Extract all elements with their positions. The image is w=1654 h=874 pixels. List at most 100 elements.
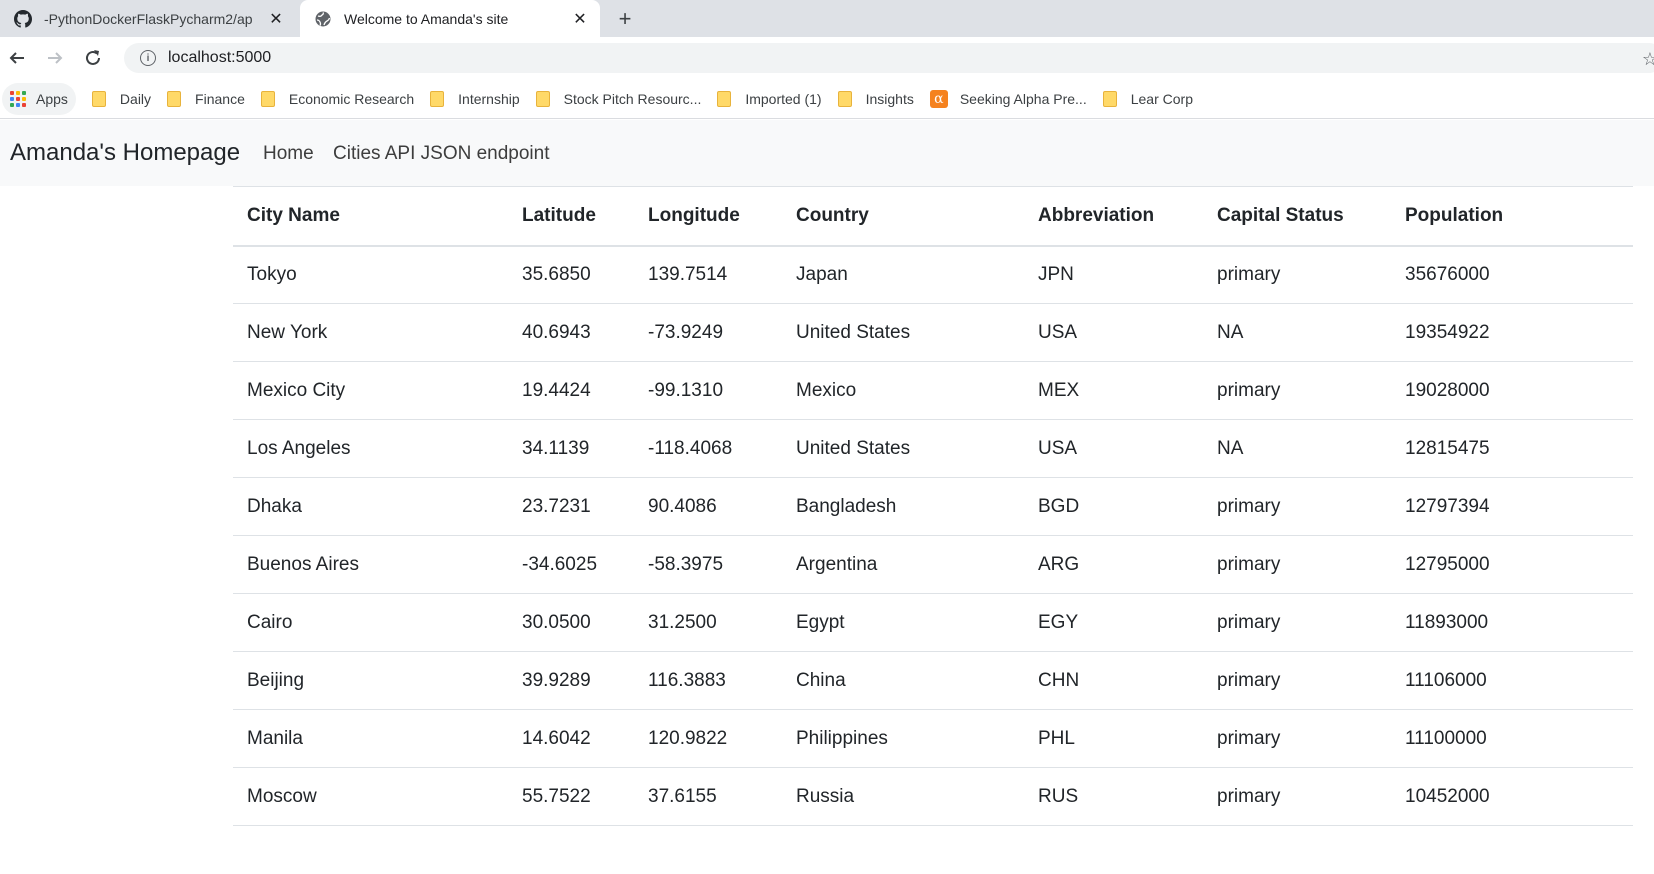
cell-country: Japan [782,245,1024,304]
cell-abbreviation: USA [1024,303,1203,362]
table-header-row: City Name Latitude Longitude Country Abb… [233,186,1633,247]
cell-capital-status: NA [1203,303,1391,362]
cell-country: Mexico [782,361,1024,420]
cell-population: 11893000 [1391,593,1633,652]
bookmark-insights[interactable]: Insights [830,83,922,115]
cell-longitude: -118.4068 [634,419,782,478]
star-icon[interactable]: ☆ [1642,49,1654,70]
cell-country: Philippines [782,709,1024,768]
cell-abbreviation: MEX [1024,361,1203,420]
tab-title: -PythonDockerFlaskPycharm2/ap [44,10,253,27]
header-abbreviation: Abbreviation [1024,186,1203,247]
info-icon[interactable]: i [140,50,156,66]
cities-table: City Name Latitude Longitude Country Abb… [233,186,1633,826]
cell-latitude: -34.6025 [508,535,634,594]
cell-city: Mexico City [233,361,508,420]
header-capital-status: Capital Status [1203,186,1391,247]
cell-city: Los Angeles [233,419,508,478]
header-longitude: Longitude [634,186,782,247]
folder-icon [260,90,275,107]
reload-icon[interactable] [80,45,106,71]
github-icon [14,9,32,28]
cities-table-container: City Name Latitude Longitude Country Abb… [233,186,1633,826]
bookmark-stock-pitch[interactable]: Stock Pitch Resourc... [528,83,710,115]
apps-label: Apps [36,90,68,107]
apps-button[interactable]: Apps [2,82,76,115]
cell-country: Russia [782,767,1024,826]
close-icon[interactable]: ✕ [570,9,590,29]
cell-city: Beijing [233,651,508,710]
tab-github[interactable]: -PythonDockerFlaskPycharm2/ap ✕ [0,0,296,37]
bookmark-lear-corp[interactable]: Lear Corp [1095,83,1201,115]
cell-longitude: -58.3975 [634,535,782,594]
header-population: Population [1391,186,1633,247]
cell-capital-status: primary [1203,245,1391,304]
bookmark-label: Insights [865,90,914,107]
cell-longitude: 90.4086 [634,477,782,536]
cell-population: 19028000 [1391,361,1633,420]
cell-country: Bangladesh [782,477,1024,536]
cell-capital-status: primary [1203,767,1391,826]
header-latitude: Latitude [508,186,634,247]
folder-icon [535,90,550,107]
folder-icon [837,90,852,107]
address-bar[interactable]: i localhost:5000 [124,43,1654,73]
forward-icon[interactable] [42,45,68,71]
cell-abbreviation: ARG [1024,535,1203,594]
cell-abbreviation: BGD [1024,477,1203,536]
cell-latitude: 39.9289 [508,651,634,710]
bookmarks-bar: Apps Daily Finance Economic Research Int… [0,79,1654,119]
cell-population: 12797394 [1391,477,1633,536]
cell-city: Buenos Aires [233,535,508,594]
tab-amanda-site[interactable]: Welcome to Amanda's site ✕ [300,0,600,37]
cell-population: 11106000 [1391,651,1633,710]
bookmark-imported[interactable]: Imported (1) [709,83,829,115]
table-row: Los Angeles 34.1139 -118.4068 United Sta… [233,419,1633,478]
close-icon[interactable]: ✕ [266,9,286,29]
globe-icon [314,10,332,28]
bookmark-finance[interactable]: Finance [159,83,253,115]
cell-longitude: 116.3883 [634,651,782,710]
folder-icon [717,90,732,107]
cell-abbreviation: CHN [1024,651,1203,710]
cell-capital-status: primary [1203,477,1391,536]
cell-latitude: 55.7522 [508,767,634,826]
cell-abbreviation: JPN [1024,245,1203,304]
cell-capital-status: primary [1203,361,1391,420]
cell-longitude: 139.7514 [634,245,782,304]
bookmark-label: Seeking Alpha Pre... [959,90,1087,107]
cell-country: United States [782,303,1024,362]
bookmark-label: Lear Corp [1130,90,1193,107]
table-row: Manila 14.6042 120.9822 Philippines PHL … [233,709,1633,768]
bookmark-economic-research[interactable]: Economic Research [253,83,422,115]
apps-grid-icon [10,90,26,107]
cell-latitude: 35.6850 [508,245,634,304]
cell-country: Argentina [782,535,1024,594]
nav-link-home[interactable]: Home [263,143,314,165]
cell-population: 12815475 [1391,419,1633,478]
cell-capital-status: primary [1203,535,1391,594]
tab-title: Welcome to Amanda's site [344,10,509,27]
bookmark-label: Economic Research [288,90,415,107]
table-row: Tokyo 35.6850 139.7514 Japan JPN primary… [233,245,1633,304]
cell-abbreviation: PHL [1024,709,1203,768]
table-row: Dhaka 23.7231 90.4086 Bangladesh BGD pri… [233,477,1633,536]
site-navbar: Amanda's Homepage Home Cities API JSON e… [0,120,1654,186]
bookmark-internship[interactable]: Internship [422,83,527,115]
cell-country: China [782,651,1024,710]
site-brand[interactable]: Amanda's Homepage [10,139,240,167]
table-row: Beijing 39.9289 116.3883 China CHN prima… [233,651,1633,710]
bookmark-daily[interactable]: Daily [84,83,159,115]
new-tab-icon[interactable]: + [612,6,638,32]
cell-capital-status: NA [1203,419,1391,478]
cell-country: United States [782,419,1024,478]
cell-city: Manila [233,709,508,768]
table-row: Cairo 30.0500 31.2500 Egypt EGY primary … [233,593,1633,652]
cell-latitude: 34.1139 [508,419,634,478]
cell-latitude: 14.6042 [508,709,634,768]
back-icon[interactable] [4,45,30,71]
cell-population: 11100000 [1391,709,1633,768]
cell-capital-status: primary [1203,651,1391,710]
nav-link-cities-api[interactable]: Cities API JSON endpoint [333,143,550,165]
bookmark-seeking-alpha[interactable]: α Seeking Alpha Pre... [922,83,1095,115]
